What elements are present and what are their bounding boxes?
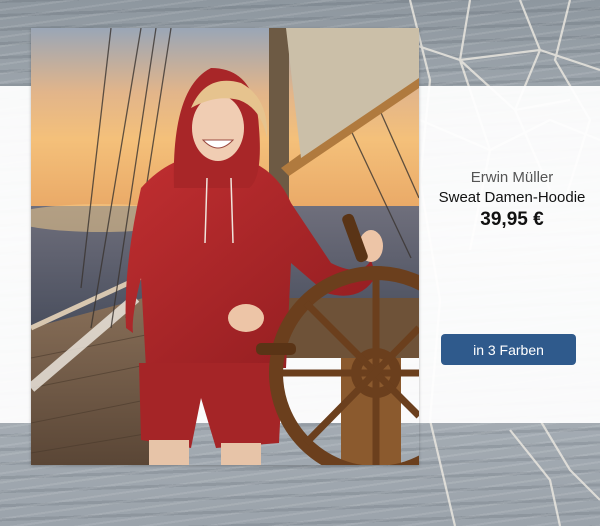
product-image[interactable] bbox=[31, 28, 419, 465]
product-price: 39,95 € bbox=[480, 209, 544, 230]
product-info: Erwin Müller Sweat Damen-Hoodie 39,95 € bbox=[424, 168, 600, 232]
colors-button[interactable]: in 3 Farben bbox=[441, 334, 576, 365]
product-name[interactable]: Sweat Damen-Hoodie bbox=[424, 188, 600, 208]
product-brand: Erwin Müller bbox=[470, 169, 554, 186]
